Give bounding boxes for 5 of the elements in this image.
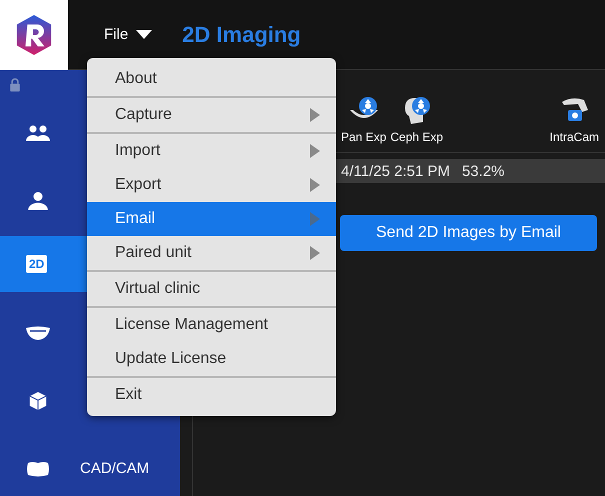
timestamp: 4/11/25 2:51 PM bbox=[341, 162, 450, 180]
2d-icon: 2D bbox=[26, 254, 48, 273]
zoom-percent: 53.2% bbox=[462, 162, 505, 180]
sidebar-label: CAD/CAM bbox=[80, 460, 150, 478]
app-title: 2D Imaging bbox=[182, 22, 301, 48]
